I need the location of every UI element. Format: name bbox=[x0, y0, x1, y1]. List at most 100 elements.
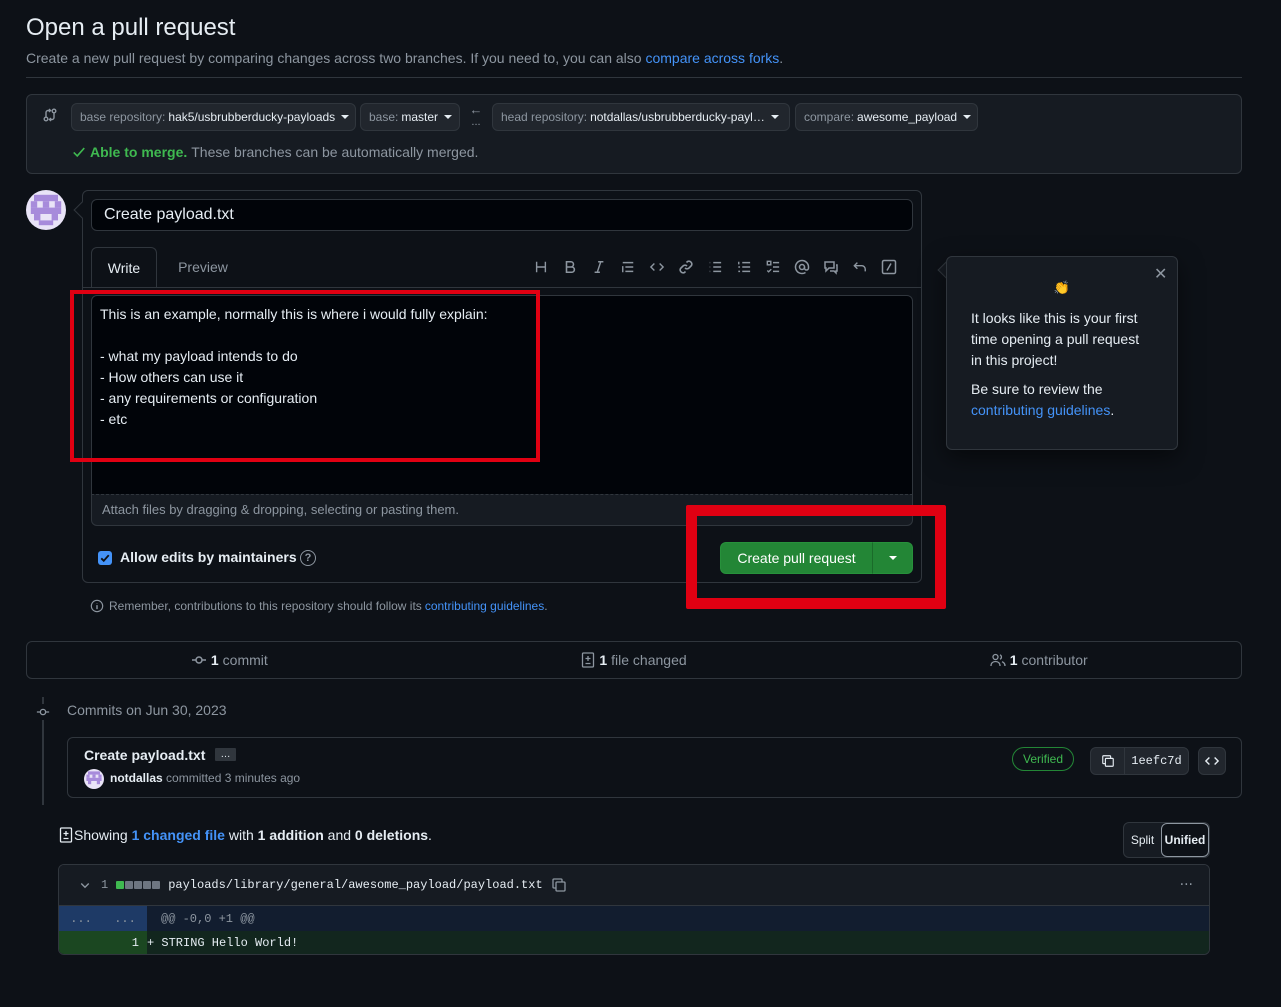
verified-badge[interactable]: Verified bbox=[1012, 747, 1075, 771]
copy-icon[interactable] bbox=[551, 877, 567, 893]
compare-branch-select[interactable]: compare: awesome_payload bbox=[795, 103, 978, 131]
added-line-row: 1 + STRING Hello World! bbox=[59, 931, 1209, 954]
caret-down-icon bbox=[963, 115, 972, 119]
commits-label: commit bbox=[222, 652, 268, 668]
ordered-list-icon[interactable] bbox=[736, 257, 752, 277]
showing-text: Showing bbox=[74, 827, 128, 843]
italic-icon[interactable] bbox=[591, 257, 607, 277]
code-icon bbox=[1205, 757, 1219, 765]
file-path[interactable]: payloads/library/general/awesome_payload… bbox=[168, 878, 542, 892]
commits-date: Commits on Jun 30, 2023 bbox=[67, 702, 227, 718]
commit-author-link[interactable]: notdallas bbox=[110, 771, 163, 785]
caret-down-icon bbox=[341, 115, 350, 119]
check-icon bbox=[73, 147, 85, 158]
link-icon[interactable] bbox=[678, 257, 694, 277]
popover-review-text: Be sure to review the bbox=[971, 381, 1103, 397]
caret-down-icon bbox=[770, 115, 779, 119]
commit-title-link[interactable]: Create payload.txt bbox=[84, 747, 205, 763]
commit-sha-group: 1eefc7d bbox=[1090, 747, 1189, 775]
popover-guidelines-link[interactable]: contributing guidelines bbox=[971, 402, 1110, 418]
commit-meta: notdallas committed 3 minutes ago bbox=[110, 771, 300, 785]
browse-code-button[interactable] bbox=[1198, 747, 1226, 775]
base-repository-select[interactable]: base repository: hak5/usbrubberducky-pay… bbox=[71, 103, 356, 131]
compare-across-forks-link[interactable]: compare across forks bbox=[645, 50, 779, 66]
clap-emoji: 👏 bbox=[1053, 280, 1071, 295]
remember-end: . bbox=[544, 599, 548, 613]
allow-edits-checkbox[interactable] bbox=[98, 551, 112, 565]
heading-icon[interactable] bbox=[533, 257, 549, 277]
avatar[interactable] bbox=[26, 190, 66, 230]
split-view-button[interactable]: Split bbox=[1124, 823, 1161, 857]
slash-commands-icon[interactable] bbox=[881, 257, 897, 277]
commit-sha-link[interactable]: 1eefc7d bbox=[1125, 748, 1188, 774]
commit-message-expand-button[interactable]: … bbox=[215, 748, 236, 761]
avatar[interactable] bbox=[84, 769, 104, 789]
copy-icon[interactable] bbox=[1091, 748, 1125, 774]
changed-file-link[interactable]: 1 changed file bbox=[132, 827, 225, 843]
quote-icon[interactable] bbox=[620, 257, 636, 277]
subtitle-text: Create a new pull request by comparing c… bbox=[26, 50, 642, 66]
head-repo-label: head repository: bbox=[501, 110, 588, 124]
diffstat-blocks bbox=[116, 881, 161, 889]
files-summary[interactable]: 1 file changed bbox=[432, 652, 837, 668]
commits-count: 1 bbox=[210, 652, 219, 668]
question-icon[interactable]: ? bbox=[300, 550, 316, 566]
popover-end: . bbox=[1110, 402, 1115, 418]
pr-title-input[interactable] bbox=[91, 199, 913, 231]
base-branch-select[interactable]: base: master bbox=[360, 103, 460, 131]
header-divider bbox=[26, 77, 1242, 78]
reference-icon[interactable] bbox=[823, 257, 839, 277]
base-branch-value: master bbox=[401, 110, 439, 124]
compare-branch-label: compare: bbox=[804, 110, 855, 124]
git-compare-icon bbox=[42, 107, 58, 123]
file-change-count: 1 bbox=[101, 878, 109, 892]
merge-detail-text: These branches can be automatically merg… bbox=[191, 144, 479, 160]
mention-icon[interactable] bbox=[794, 257, 810, 277]
task-list-icon[interactable] bbox=[765, 257, 781, 277]
hunk-dots-right: ... bbox=[114, 911, 136, 926]
commit-time: committed 3 minutes ago bbox=[166, 771, 301, 785]
line-number: 1 bbox=[131, 936, 139, 950]
tab-write[interactable]: Write bbox=[91, 247, 157, 288]
head-repository-select[interactable]: head repository: notdallas/usbrubberduck… bbox=[492, 103, 790, 131]
info-icon bbox=[90, 599, 104, 613]
diff-view-toggle: Split Unified bbox=[1123, 822, 1210, 858]
contributors-summary[interactable]: 1 contributor bbox=[836, 652, 1241, 668]
allow-edits-label[interactable]: Allow edits by maintainers bbox=[120, 549, 297, 565]
file-diff: 1 payloads/library/general/awesome_paylo… bbox=[58, 864, 1210, 955]
line-number-gutter[interactable]: 1 bbox=[59, 931, 147, 954]
unordered-list-icon[interactable] bbox=[707, 257, 723, 277]
contributors-label: contributor bbox=[1021, 652, 1088, 668]
diff-summary: Showing 1 changed file with 1 addition a… bbox=[59, 827, 432, 843]
merge-status: Able to merge. These branches can be aut… bbox=[72, 144, 478, 160]
chevron-down-icon[interactable] bbox=[79, 879, 91, 891]
pr-summary-bar: 1 commit 1 file changed 1 contributor bbox=[26, 641, 1242, 679]
remember-text: Remember, contributions to this reposito… bbox=[109, 599, 422, 613]
markdown-toolbar bbox=[533, 257, 897, 277]
file-diff-icon bbox=[582, 652, 595, 668]
undo-icon[interactable] bbox=[852, 257, 868, 277]
period-text: . bbox=[428, 827, 432, 843]
unified-view-button[interactable]: Unified bbox=[1161, 823, 1209, 857]
added-line-text: + STRING Hello World! bbox=[147, 936, 299, 950]
contributing-guidelines-link[interactable]: contributing guidelines bbox=[425, 599, 544, 613]
commit-icon bbox=[191, 656, 206, 664]
bold-icon[interactable] bbox=[562, 257, 578, 277]
additions-count: 1 addition bbox=[257, 827, 324, 843]
code-icon[interactable] bbox=[649, 257, 665, 277]
file-header: 1 payloads/library/general/awesome_paylo… bbox=[59, 865, 1209, 906]
people-icon bbox=[990, 653, 1006, 667]
hunk-dots-left: ... bbox=[70, 911, 92, 926]
merge-ok-text: Able to merge. bbox=[90, 144, 188, 160]
close-icon[interactable]: ✕ bbox=[1154, 264, 1167, 284]
commits-summary[interactable]: 1 commit bbox=[27, 652, 432, 668]
remember-note: Remember, contributions to this reposito… bbox=[90, 599, 548, 613]
commit-icon bbox=[34, 704, 52, 720]
and-text: and bbox=[327, 827, 352, 843]
base-branch-label: base: bbox=[369, 110, 399, 124]
more-options-icon[interactable]: ··· bbox=[1180, 877, 1193, 893]
base-repo-label: base repository: bbox=[80, 110, 166, 124]
expand-hunk-gutter[interactable]: ... ... bbox=[59, 906, 147, 931]
deletions-count: 0 deletions bbox=[354, 827, 429, 843]
tab-preview[interactable]: Preview bbox=[166, 247, 240, 287]
